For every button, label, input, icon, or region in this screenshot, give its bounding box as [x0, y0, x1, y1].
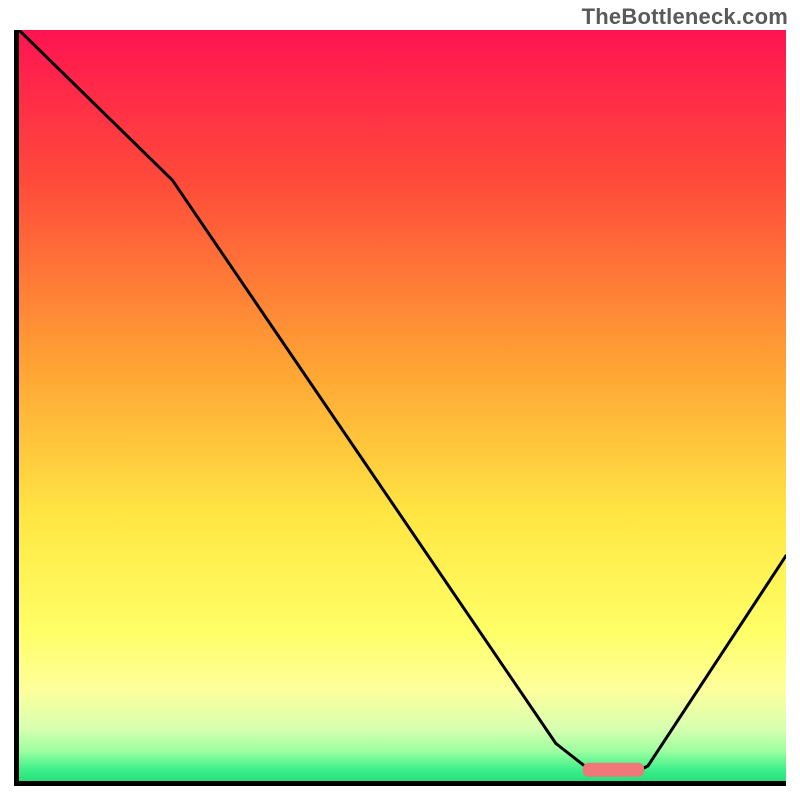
optimum-marker: [583, 763, 644, 777]
plot-svg: [19, 30, 786, 781]
chart-stage: TheBottleneck.com: [0, 0, 800, 800]
watermark-text: TheBottleneck.com: [582, 4, 788, 30]
plot-frame: [14, 30, 786, 786]
